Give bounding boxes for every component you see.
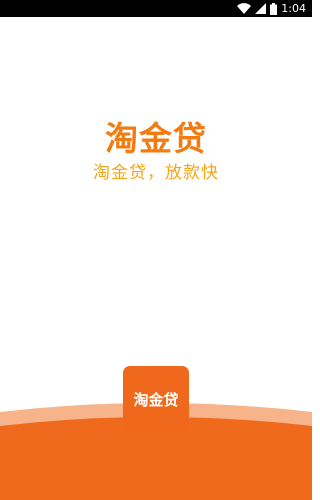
battery-icon (270, 2, 278, 15)
app-icon-label: 淘金贷 (133, 390, 179, 409)
brand-title: 淘金贷 (105, 119, 207, 158)
status-bar: 1:04 (0, 0, 312, 17)
status-clock: 1:04 (281, 2, 306, 15)
signal-icon (255, 3, 267, 14)
app-icon[interactable]: 淘金贷 (123, 366, 189, 432)
wifi-icon (237, 3, 252, 14)
brand-slogan: 淘金贷，放款快 (93, 163, 219, 183)
status-icons (237, 2, 278, 15)
